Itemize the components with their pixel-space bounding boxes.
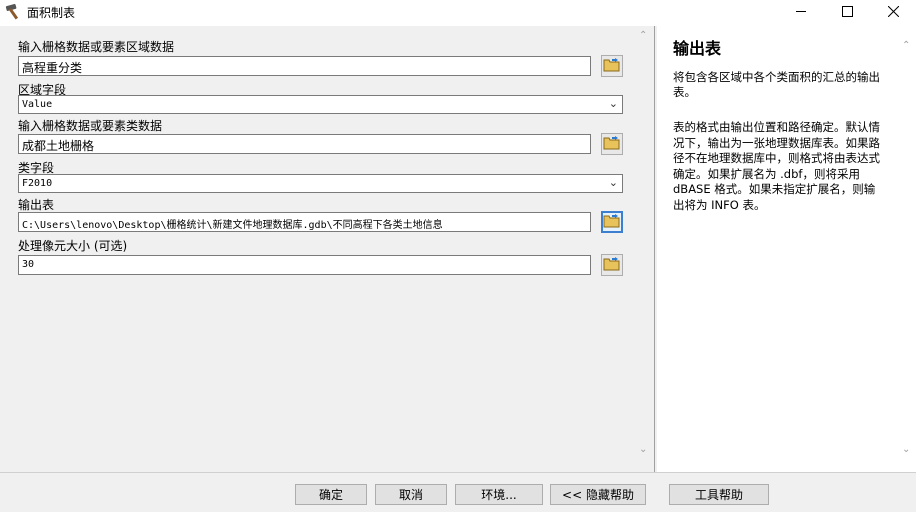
zone-raster-browse-button[interactable] [601,55,623,77]
hammer-icon [5,3,23,21]
cell-size-input[interactable]: 30 [18,255,591,275]
maximize-button[interactable] [824,0,870,26]
minimize-button[interactable] [778,0,824,26]
cell-size-browse-button[interactable] [601,254,623,276]
close-icon [887,5,899,21]
output-table-label: 输出表 [18,198,55,212]
class-field-select[interactable]: F2010 ⌄ [18,174,623,193]
window-title: 面积制表 [27,6,76,20]
class-raster-input[interactable]: 成都土地栅格 [18,134,591,154]
tool-help-button[interactable]: 工具帮助 [669,484,769,505]
help-paragraph: 表的格式由输出位置和路径确定。默认情况下，输出为一张地理数据库表。如果路径不在地… [673,120,880,212]
help-scrollbar[interactable]: ⌃ ⌄ [899,26,916,472]
ok-button[interactable]: 确定 [295,484,367,505]
open-folder-icon [603,256,621,275]
help-title: 输出表 [673,39,722,58]
chevron-down-icon: ⌄ [608,97,618,110]
cell-size-label: 处理像元大小 (可选) [18,239,128,253]
chevron-down-icon: ⌄ [608,176,618,189]
zone-raster-input[interactable]: 高程重分类 [18,56,591,76]
class-raster-browse-button[interactable] [601,133,623,155]
scroll-down-icon[interactable]: ⌄ [902,444,910,455]
class-field-value: F2010 [22,178,53,189]
output-table-input[interactable]: C:\Users\lenovo\Desktop\栅格统计\新建文件地理数据库.g… [18,212,591,232]
parameters-scrollbar[interactable]: ⌃ ⌄ [636,26,654,472]
close-button[interactable] [870,0,916,26]
scroll-up-icon[interactable]: ⌃ [639,30,647,41]
help-pane: 输出表 将包含各区域中各个类面积的汇总的输出表。 表的格式由输出位置和路径确定。… [657,26,899,472]
output-table-browse-button[interactable] [601,211,623,233]
minimize-icon [795,5,807,21]
scroll-up-icon[interactable]: ⌃ [902,40,910,51]
help-paragraph: 将包含各区域中各个类面积的汇总的输出表。 [673,70,880,99]
zone-field-value: Value [22,99,53,110]
cancel-button[interactable]: 取消 [375,484,447,505]
class-raster-label: 输入栅格数据或要素类数据 [18,119,163,133]
open-folder-icon [603,213,621,232]
zone-raster-label: 输入栅格数据或要素区域数据 [18,40,175,54]
title-bar: 面积制表 [0,0,916,26]
open-folder-icon [603,57,621,76]
hide-help-button[interactable]: << 隐藏帮助 [550,484,646,505]
open-folder-icon [603,135,621,154]
environments-button[interactable]: 环境... [455,484,543,505]
maximize-icon [841,5,853,21]
zone-field-select[interactable]: Value ⌄ [18,95,623,114]
scroll-down-icon[interactable]: ⌄ [639,444,647,455]
parameters-pane: 输入栅格数据或要素区域数据 高程重分类 区域字段 Value ⌄ 输入栅格数据或… [0,26,654,472]
